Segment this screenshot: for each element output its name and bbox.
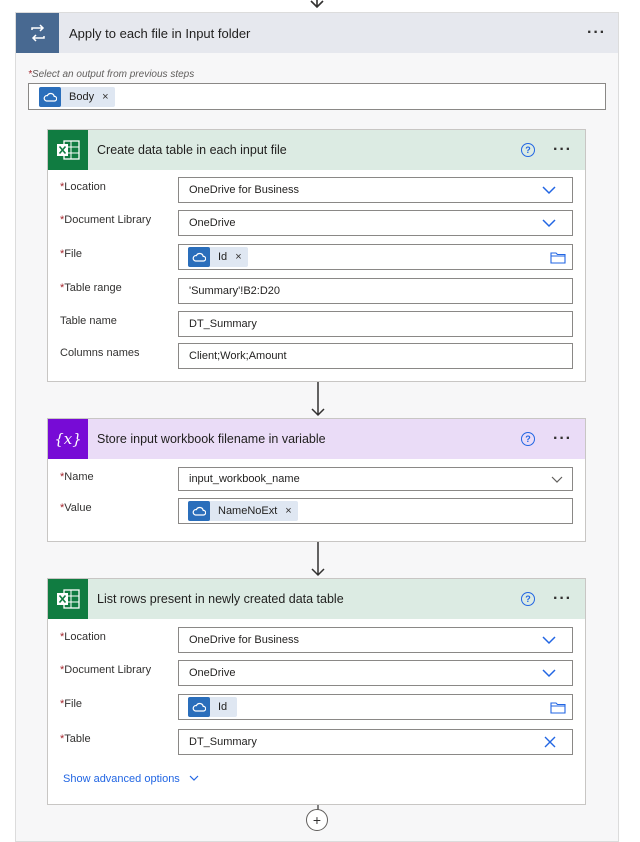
help-icon[interactable]: ? (521, 143, 535, 157)
store-variable-card: {x} Store input workbook filename in var… (47, 418, 586, 542)
variable-value-field[interactable]: NameNoExt × (178, 498, 573, 524)
location-dropdown[interactable]: OneDrive for Business (178, 177, 573, 203)
folder-icon[interactable] (550, 251, 566, 264)
excel-icon (48, 130, 88, 170)
columns-names-input[interactable]: Client;Work;Amount (178, 343, 573, 369)
list-rows-header[interactable]: List rows present in newly created data … (48, 579, 585, 619)
chevron-down-icon (542, 219, 556, 228)
table-dropdown[interactable]: DT_Summary (178, 729, 573, 755)
store-variable-title: Store input workbook filename in variabl… (97, 432, 326, 446)
library-row: *Document Library OneDrive (48, 210, 585, 236)
store-variable-more-icon[interactable]: ··· (553, 431, 572, 447)
list-rows-more-icon[interactable]: ··· (553, 591, 572, 607)
variable-icon: {x} (48, 419, 88, 459)
onedrive-icon (39, 86, 61, 107)
namenoext-token[interactable]: NameNoExt × (188, 501, 298, 521)
file-field[interactable]: Id (178, 694, 573, 720)
remove-token-icon[interactable]: × (285, 505, 291, 517)
id-token[interactable]: Id (188, 697, 238, 717)
remove-token-icon[interactable]: × (235, 251, 241, 263)
table-row: *Table DT_Summary (48, 729, 585, 755)
library-row: *Document Library OneDrive (48, 660, 585, 686)
variable-name-row: *Name input_workbook_name (48, 467, 585, 491)
top-arrow-icon (310, 0, 324, 9)
file-field[interactable]: Id × (178, 244, 573, 270)
table-name-input[interactable]: DT_Summary (178, 311, 573, 337)
list-rows-card: List rows present in newly created data … (47, 578, 586, 805)
library-label: *Document Library (60, 214, 152, 226)
library-dropdown[interactable]: OneDrive (178, 660, 573, 686)
onedrive-icon (188, 501, 210, 521)
chevron-down-icon (189, 775, 199, 781)
apply-to-each-title: Apply to each file in Input folder (69, 25, 251, 41)
store-variable-header[interactable]: {x} Store input workbook filename in var… (48, 419, 585, 459)
table-name-label: Table name (60, 315, 117, 327)
table-range-label: *Table range (60, 282, 122, 294)
library-dropdown[interactable]: OneDrive (178, 210, 573, 236)
remove-token-icon[interactable]: × (102, 91, 108, 103)
apply-to-each-header[interactable]: Apply to each file in Input folder ··· (16, 13, 618, 53)
chevron-down-icon (542, 669, 556, 678)
id-token[interactable]: Id × (188, 247, 248, 267)
file-label: *File (60, 248, 83, 260)
create-table-header[interactable]: Create data table in each input file ? ·… (48, 130, 585, 170)
excel-icon (48, 579, 88, 619)
clear-icon[interactable] (544, 736, 556, 748)
chevron-down-icon (542, 636, 556, 645)
list-rows-title: List rows present in newly created data … (97, 592, 344, 606)
columns-names-label: Columns names (60, 347, 140, 359)
file-row: *File Id × (48, 244, 585, 270)
help-icon[interactable]: ? (521, 432, 535, 446)
variable-name-dropdown[interactable]: input_workbook_name (178, 467, 573, 491)
chevron-down-icon (551, 476, 563, 483)
select-output-label: *Select an output from previous steps (28, 69, 195, 80)
location-label: *Location (60, 181, 106, 193)
location-row: *Location OneDrive for Business (48, 627, 585, 653)
help-icon[interactable]: ? (521, 592, 535, 606)
location-label: *Location (60, 631, 106, 643)
show-advanced-options-link[interactable]: Show advanced options (63, 773, 199, 785)
variable-value-row: *Value NameNoExt × (48, 498, 585, 524)
create-table-title: Create data table in each input file (97, 143, 287, 157)
select-output-field[interactable]: Body × (28, 83, 606, 110)
add-step-button[interactable]: + (306, 809, 328, 831)
create-table-more-icon[interactable]: ··· (553, 142, 572, 158)
file-label: *File (60, 698, 83, 710)
connector-arrow-icon (311, 382, 325, 417)
variable-value-label: *Value (60, 502, 92, 514)
onedrive-icon (188, 697, 210, 717)
table-label: *Table (60, 733, 91, 745)
apply-to-each-more-icon[interactable]: ··· (587, 25, 606, 41)
table-range-input[interactable]: 'Summary'!B2:D20 (178, 278, 573, 304)
onedrive-icon (188, 247, 210, 267)
folder-icon[interactable] (550, 701, 566, 714)
columns-names-row: Columns names Client;Work;Amount (48, 343, 585, 369)
file-row: *File Id (48, 694, 585, 720)
table-name-row: Table name DT_Summary (48, 311, 585, 337)
body-token[interactable]: Body × (39, 86, 115, 107)
table-range-row: *Table range 'Summary'!B2:D20 (48, 278, 585, 304)
variable-name-label: *Name (60, 471, 94, 483)
location-row: *Location OneDrive for Business (48, 177, 585, 203)
library-label: *Document Library (60, 664, 152, 676)
create-table-card: Create data table in each input file ? ·… (47, 129, 586, 382)
loop-icon (16, 13, 59, 53)
chevron-down-icon (542, 186, 556, 195)
location-dropdown[interactable]: OneDrive for Business (178, 627, 573, 653)
connector-arrow-icon (311, 542, 325, 577)
